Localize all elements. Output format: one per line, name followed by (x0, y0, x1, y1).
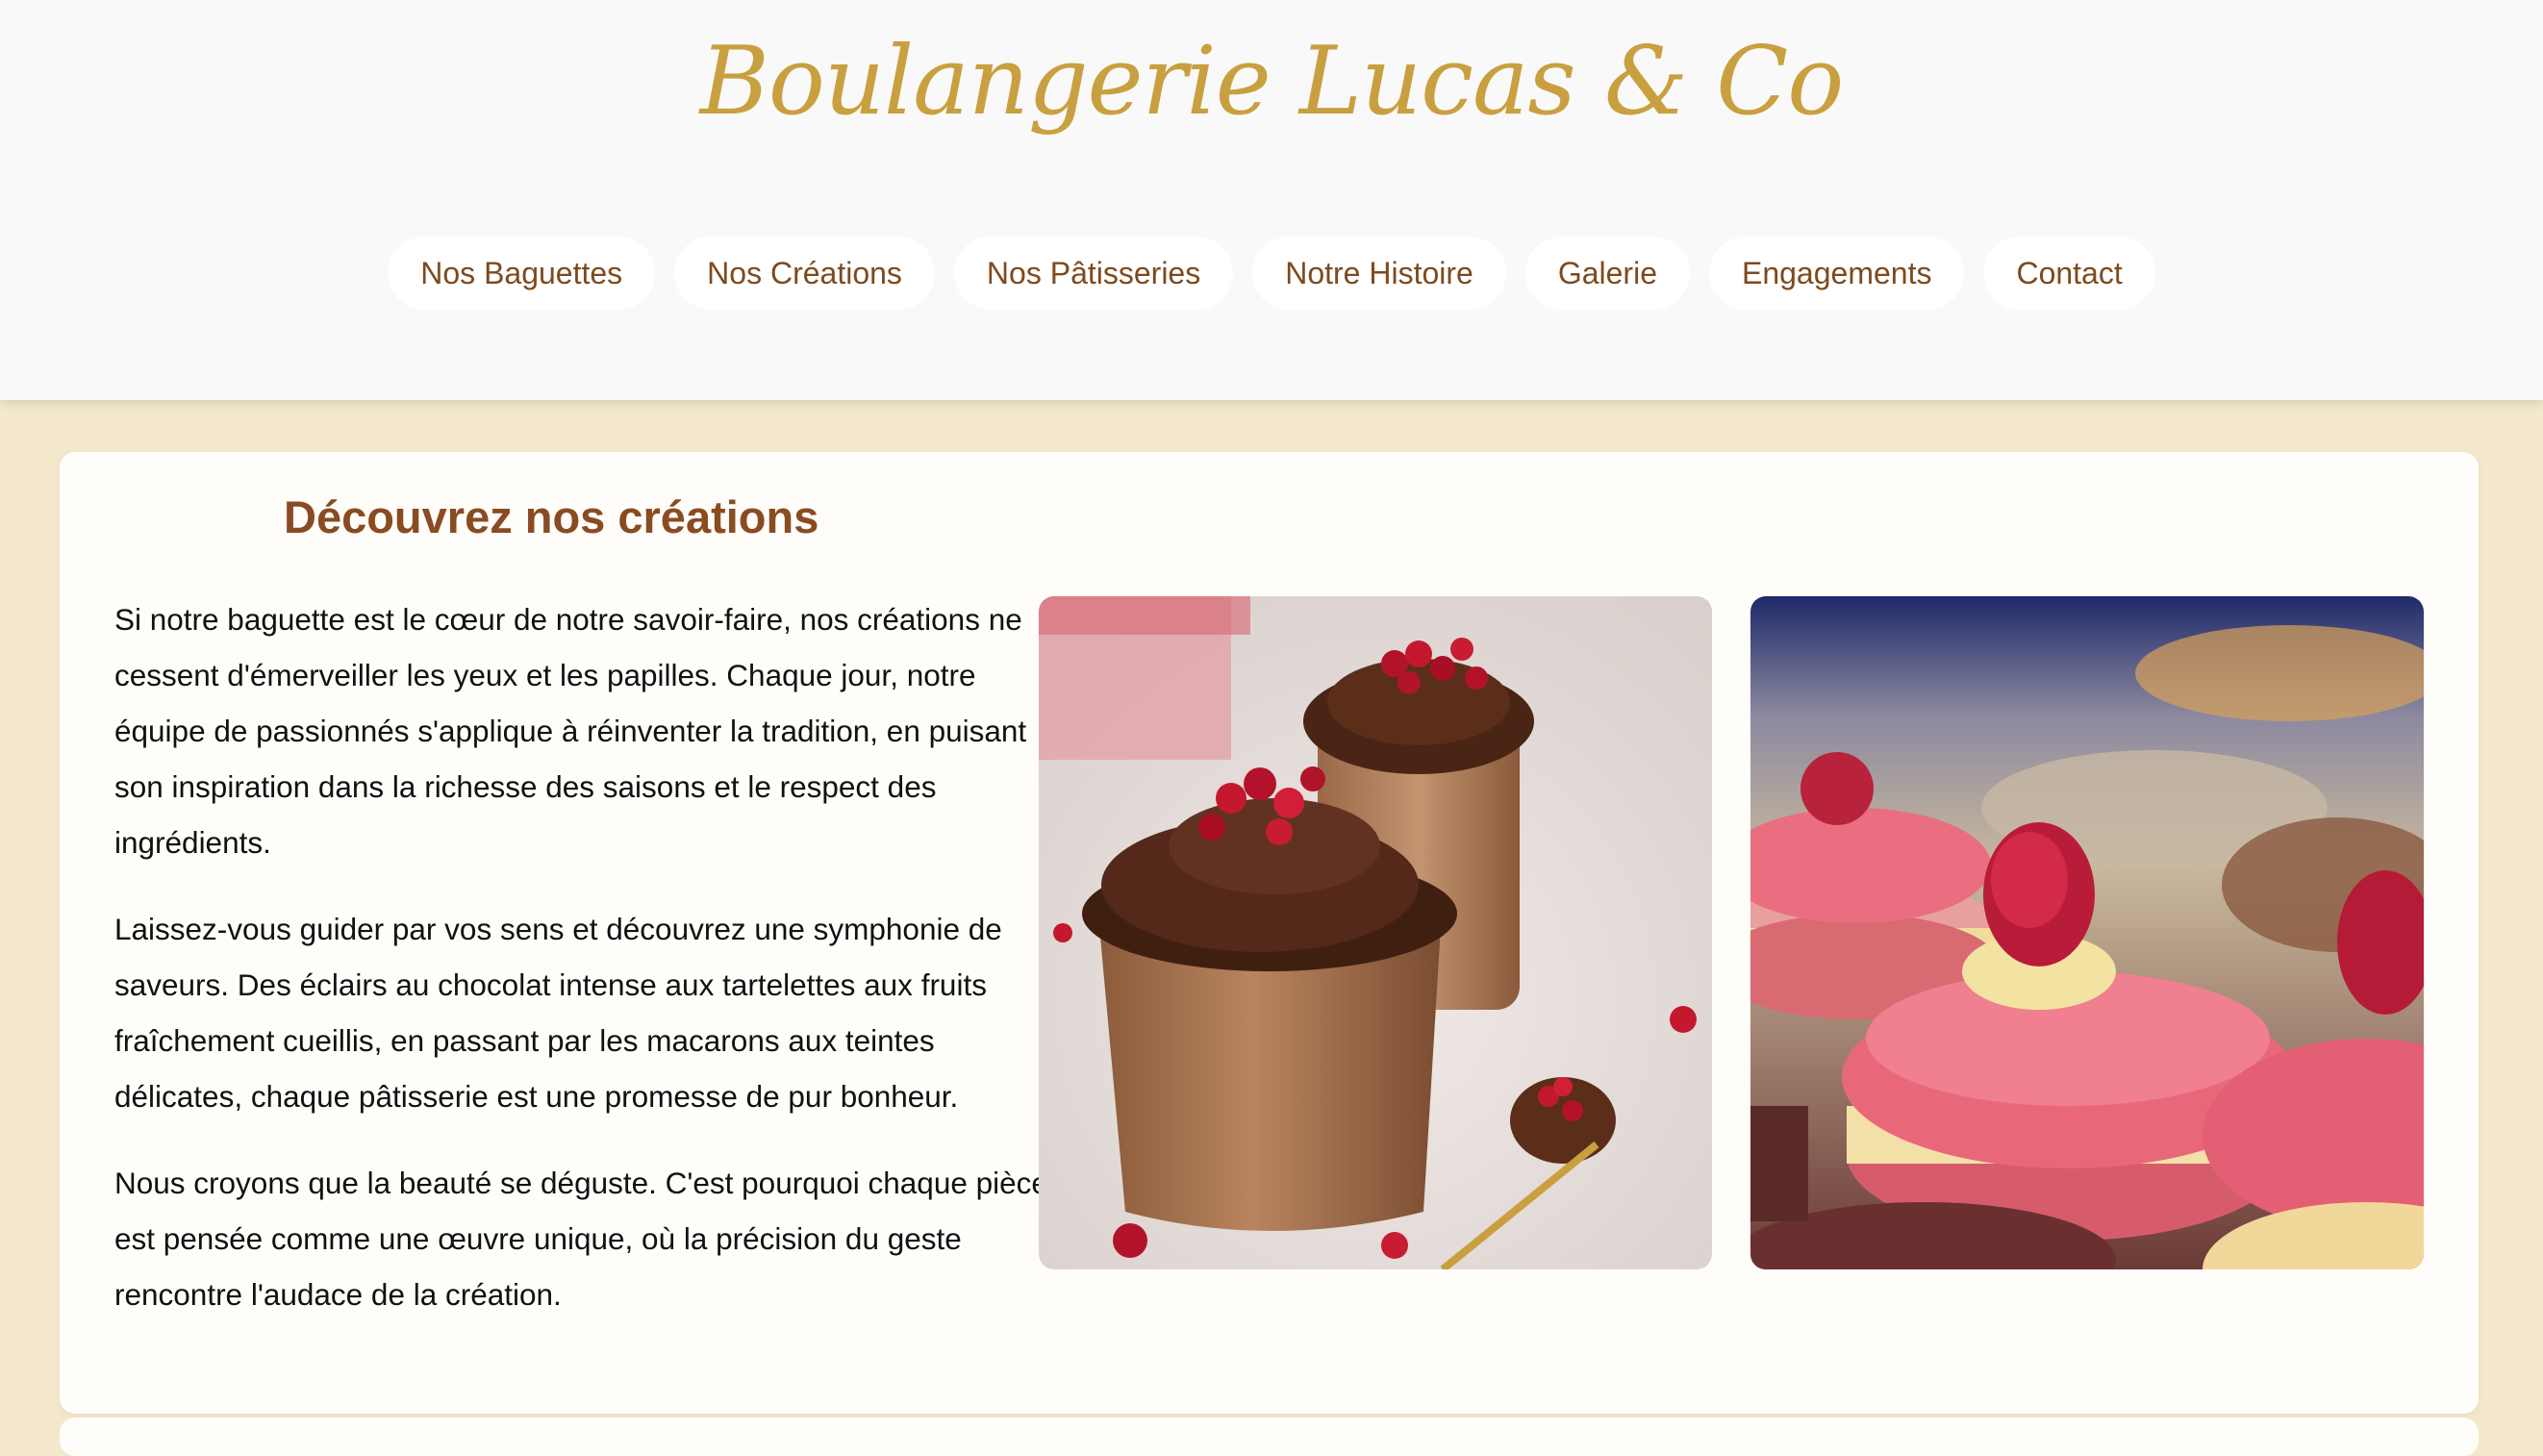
nav-item-engagements[interactable]: Engagements (1708, 237, 1965, 310)
nav-item-creations[interactable]: Nos Créations (674, 237, 935, 310)
nav-item-patisseries[interactable]: Nos Pâtisseries (953, 237, 1234, 310)
paragraph: Laissez-vous guider par vos sens et déco… (114, 912, 1002, 1114)
nav-item-histoire[interactable]: Notre Histoire (1252, 237, 1506, 310)
paragraph: Nous croyons que la beauté se déguste. C… (114, 1166, 1048, 1312)
next-section-card (60, 1418, 2479, 1456)
paragraph: Si notre baguette est le cœur de notre s… (114, 602, 1027, 860)
main-nav: Nos Baguettes Nos Créations Nos Pâtisser… (0, 237, 2543, 310)
nav-item-galerie[interactable]: Galerie (1524, 237, 1690, 310)
site-title[interactable]: Boulangerie Lucas & Co (0, 10, 2543, 154)
chocolate-mousse-photo (1039, 596, 1712, 1269)
raspberry-macarons-photo (1750, 596, 2424, 1269)
creations-card: Découvrez nos créations Si notre baguett… (60, 452, 2479, 1414)
nav-item-contact[interactable]: Contact (1983, 237, 2155, 310)
site-header: Boulangerie Lucas & Co Nos Baguettes Nos… (0, 0, 2543, 400)
intro-text: Si notre baguette est le cœur de notre s… (114, 591, 1057, 1353)
nav-item-baguettes[interactable]: Nos Baguettes (388, 237, 656, 310)
section-heading: Découvrez nos créations (284, 491, 819, 542)
